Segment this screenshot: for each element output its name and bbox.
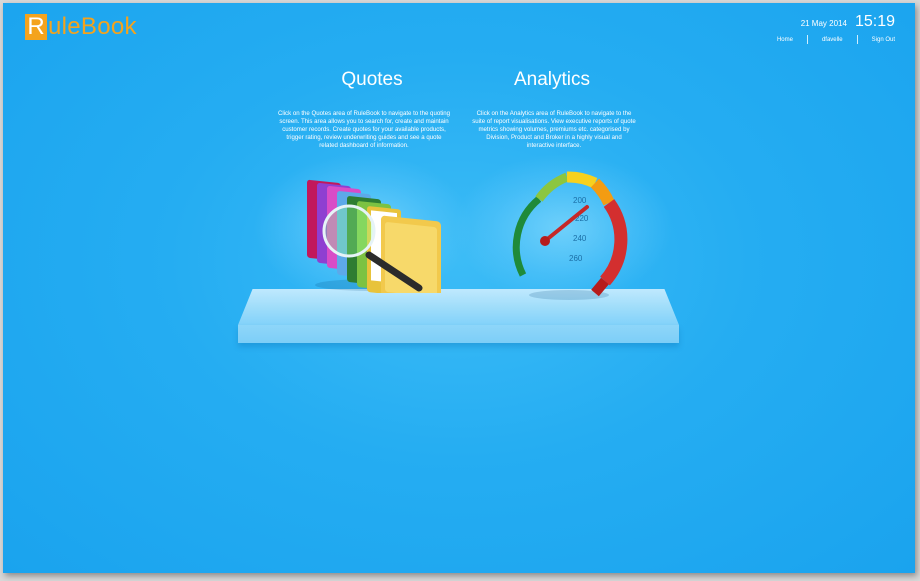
current-date: 21 May 2014 bbox=[800, 19, 847, 28]
quotes-title[interactable]: Quotes bbox=[302, 69, 442, 91]
speedometer-icon[interactable]: 200 220 240 260 bbox=[509, 163, 629, 303]
gauge-arc-green bbox=[512, 196, 542, 277]
user-link[interactable]: dfavelle bbox=[822, 37, 843, 43]
home-link[interactable]: Home bbox=[777, 37, 793, 43]
gauge-label-260: 260 bbox=[569, 254, 583, 263]
analytics-description: Click on the Analytics area of RuleBook … bbox=[472, 110, 636, 149]
gauge-arc-lime bbox=[535, 172, 569, 202]
folders-magnifier-icon[interactable] bbox=[301, 173, 451, 293]
gauge-arc-red bbox=[600, 199, 628, 286]
gauge-arc-yellow bbox=[566, 171, 598, 189]
datetime: 21 May 2014 15:19 bbox=[777, 13, 895, 31]
sign-out-link[interactable]: Sign Out bbox=[872, 37, 895, 43]
quotes-description: Click on the Quotes area of RuleBook to … bbox=[277, 110, 451, 149]
gauge-label-240: 240 bbox=[573, 234, 587, 243]
logo-initial: R bbox=[25, 14, 47, 40]
header-right: 21 May 2014 15:19 Home dfavelle Sign Out bbox=[777, 13, 895, 44]
rulebook-logo[interactable]: R uleBook bbox=[25, 14, 137, 40]
gauge-arc-orange bbox=[590, 178, 615, 206]
logo-text: uleBook bbox=[48, 13, 137, 40]
nav-divider bbox=[856, 35, 858, 44]
current-time: 15:19 bbox=[854, 13, 895, 30]
nav-divider bbox=[806, 35, 808, 44]
shelf-edge bbox=[238, 325, 679, 343]
gauge-label-200: 200 bbox=[573, 196, 587, 205]
magnifier-lens bbox=[322, 204, 376, 258]
analytics-title[interactable]: Analytics bbox=[482, 69, 622, 91]
top-nav: Home dfavelle Sign Out bbox=[777, 35, 895, 44]
gauge-arc-red-end bbox=[591, 277, 609, 297]
rulebook-app: R uleBook 21 May 2014 15:19 Home dfavell… bbox=[3, 3, 915, 573]
gauge-hub bbox=[540, 236, 550, 246]
